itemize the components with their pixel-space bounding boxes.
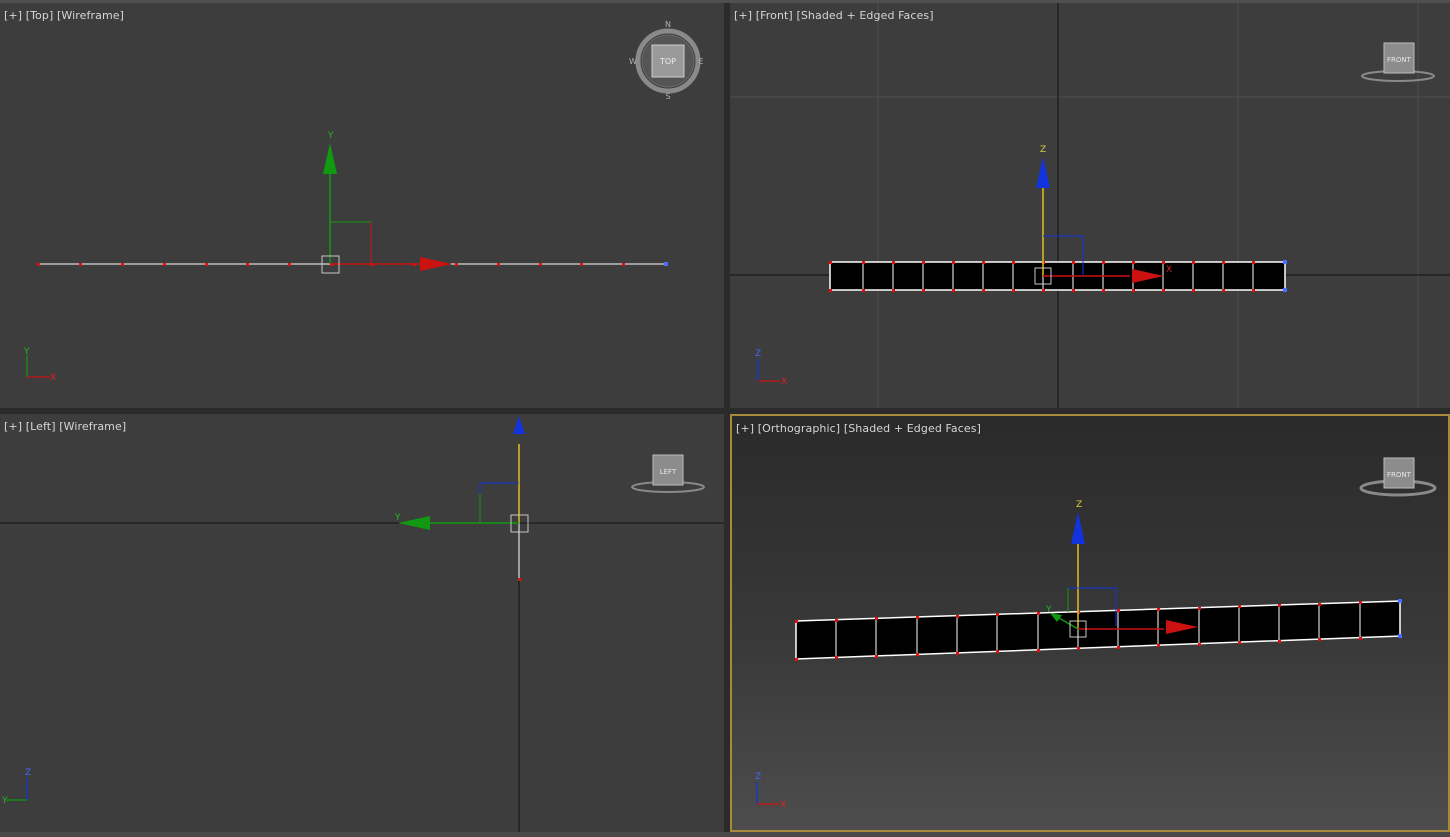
- viewcube-orthographic[interactable]: FRONT: [1359, 457, 1437, 497]
- compass-w-label: W: [629, 57, 637, 66]
- viewport-menu-plus[interactable]: [+]: [4, 9, 22, 22]
- gizmo-x-arrow[interactable]: [420, 257, 452, 271]
- viewcube-label: LEFT: [660, 468, 677, 476]
- gizmo-y-label: Y: [327, 131, 334, 141]
- object-mesh[interactable]: [795, 599, 1402, 661]
- viewport-shading-mode[interactable]: [Wireframe]: [59, 420, 126, 433]
- axis-triad: Y X: [23, 347, 56, 383]
- viewport-left[interactable]: Y LEFT Z Y [+] [Left] [Wireframe]: [0, 414, 724, 832]
- viewport-front-canvas[interactable]: Z X FRONT Z X: [730, 3, 1450, 408]
- viewport-menu-plus[interactable]: [+]: [736, 422, 754, 435]
- viewcube-label: FRONT: [1387, 56, 1412, 64]
- gizmo-z-arrow[interactable]: [513, 416, 525, 434]
- end-vertex-bottom: [1398, 634, 1402, 638]
- gizmo-y-arrow[interactable]: [398, 516, 430, 530]
- triad-x-label: X: [50, 373, 56, 383]
- viewport-top[interactable]: Y TOP N S E W Y X [+] [Top] [Wireframe]: [0, 3, 724, 408]
- viewport-orthographic-canvas[interactable]: Z Y FRONT Z X: [732, 416, 1448, 830]
- move-gizmo[interactable]: Y: [321, 131, 452, 274]
- triad-y-label: Y: [23, 347, 30, 357]
- move-gizmo[interactable]: Y: [394, 416, 529, 533]
- end-vertex-marker: [664, 262, 668, 266]
- viewcube-front[interactable]: FRONT: [1361, 42, 1435, 82]
- gizmo-z-label: Z: [1040, 145, 1046, 155]
- viewport-label-front[interactable]: [+] [Front] [Shaded + Edged Faces]: [734, 9, 934, 22]
- viewport-label-top[interactable]: [+] [Top] [Wireframe]: [4, 9, 124, 22]
- triad-z-label: Z: [755, 349, 761, 359]
- viewcube-left[interactable]: LEFT: [631, 454, 705, 493]
- viewport-orthographic[interactable]: Z Y FRONT Z X [+] [Orthographic] [Shaded…: [730, 414, 1450, 832]
- gizmo-plane-handle-y[interactable]: [330, 221, 372, 264]
- viewport-shading-mode[interactable]: [Shaded + Edged Faces]: [844, 422, 981, 435]
- triad-y-label: Y: [1, 796, 8, 806]
- viewport-label-orthographic[interactable]: [+] [Orthographic] [Shaded + Edged Faces…: [736, 422, 981, 435]
- gizmo-y-arrow[interactable]: [323, 143, 337, 174]
- compass-e-label: E: [698, 57, 703, 66]
- gizmo-z-arrow[interactable]: [1036, 157, 1050, 188]
- viewport-shading-mode[interactable]: [Shaded + Edged Faces]: [796, 9, 933, 22]
- viewport-front[interactable]: Z X FRONT Z X [+] [Front] [Shaded + Edge…: [730, 3, 1450, 408]
- viewcube-label: FRONT: [1387, 471, 1412, 479]
- axis-triad: Z Y: [1, 768, 31, 806]
- gizmo-z-label: Z: [1076, 500, 1082, 510]
- gizmo-y-label: Y: [1045, 605, 1052, 615]
- bottom-strip: [0, 832, 1450, 837]
- viewport-point-of-view[interactable]: [Left]: [26, 420, 56, 433]
- triad-z-label: Z: [755, 772, 761, 782]
- viewport-shading-mode[interactable]: [Wireframe]: [57, 9, 124, 22]
- viewport-point-of-view[interactable]: [Front]: [756, 9, 793, 22]
- viewport-menu-plus[interactable]: [+]: [734, 9, 752, 22]
- gizmo-x-label: X: [1166, 265, 1172, 275]
- vertex-marker: [518, 578, 521, 581]
- axis-triad: Z X: [755, 772, 786, 810]
- end-vertex-top: [1398, 599, 1402, 603]
- triad-x-label: X: [781, 377, 787, 387]
- viewport-left-canvas[interactable]: Y LEFT Z Y: [0, 414, 724, 832]
- gizmo-y-label: Y: [394, 513, 401, 523]
- viewport-menu-plus[interactable]: [+]: [4, 420, 22, 433]
- gizmo-plane-handle-z[interactable]: [479, 482, 519, 523]
- triad-z-label: Z: [25, 768, 31, 778]
- viewport-label-left[interactable]: [+] [Left] [Wireframe]: [4, 420, 126, 433]
- viewcube-top[interactable]: TOP N S E W: [629, 20, 703, 101]
- viewport-point-of-view[interactable]: [Top]: [26, 9, 54, 22]
- viewcube-label: TOP: [659, 57, 676, 66]
- end-vertex-top: [1283, 260, 1287, 264]
- mesh-face[interactable]: [795, 600, 1401, 660]
- axis-triad: Z X: [755, 349, 787, 387]
- end-vertex-bottom: [1283, 288, 1287, 292]
- compass-s-label: S: [665, 92, 670, 101]
- gizmo-z-arrow[interactable]: [1071, 512, 1085, 544]
- viewport-top-canvas[interactable]: Y TOP N S E W Y X: [0, 3, 724, 408]
- home-grid: [730, 3, 1450, 408]
- compass-n-label: N: [665, 20, 671, 29]
- viewport-point-of-view[interactable]: [Orthographic]: [758, 422, 840, 435]
- triad-x-label: X: [780, 800, 786, 810]
